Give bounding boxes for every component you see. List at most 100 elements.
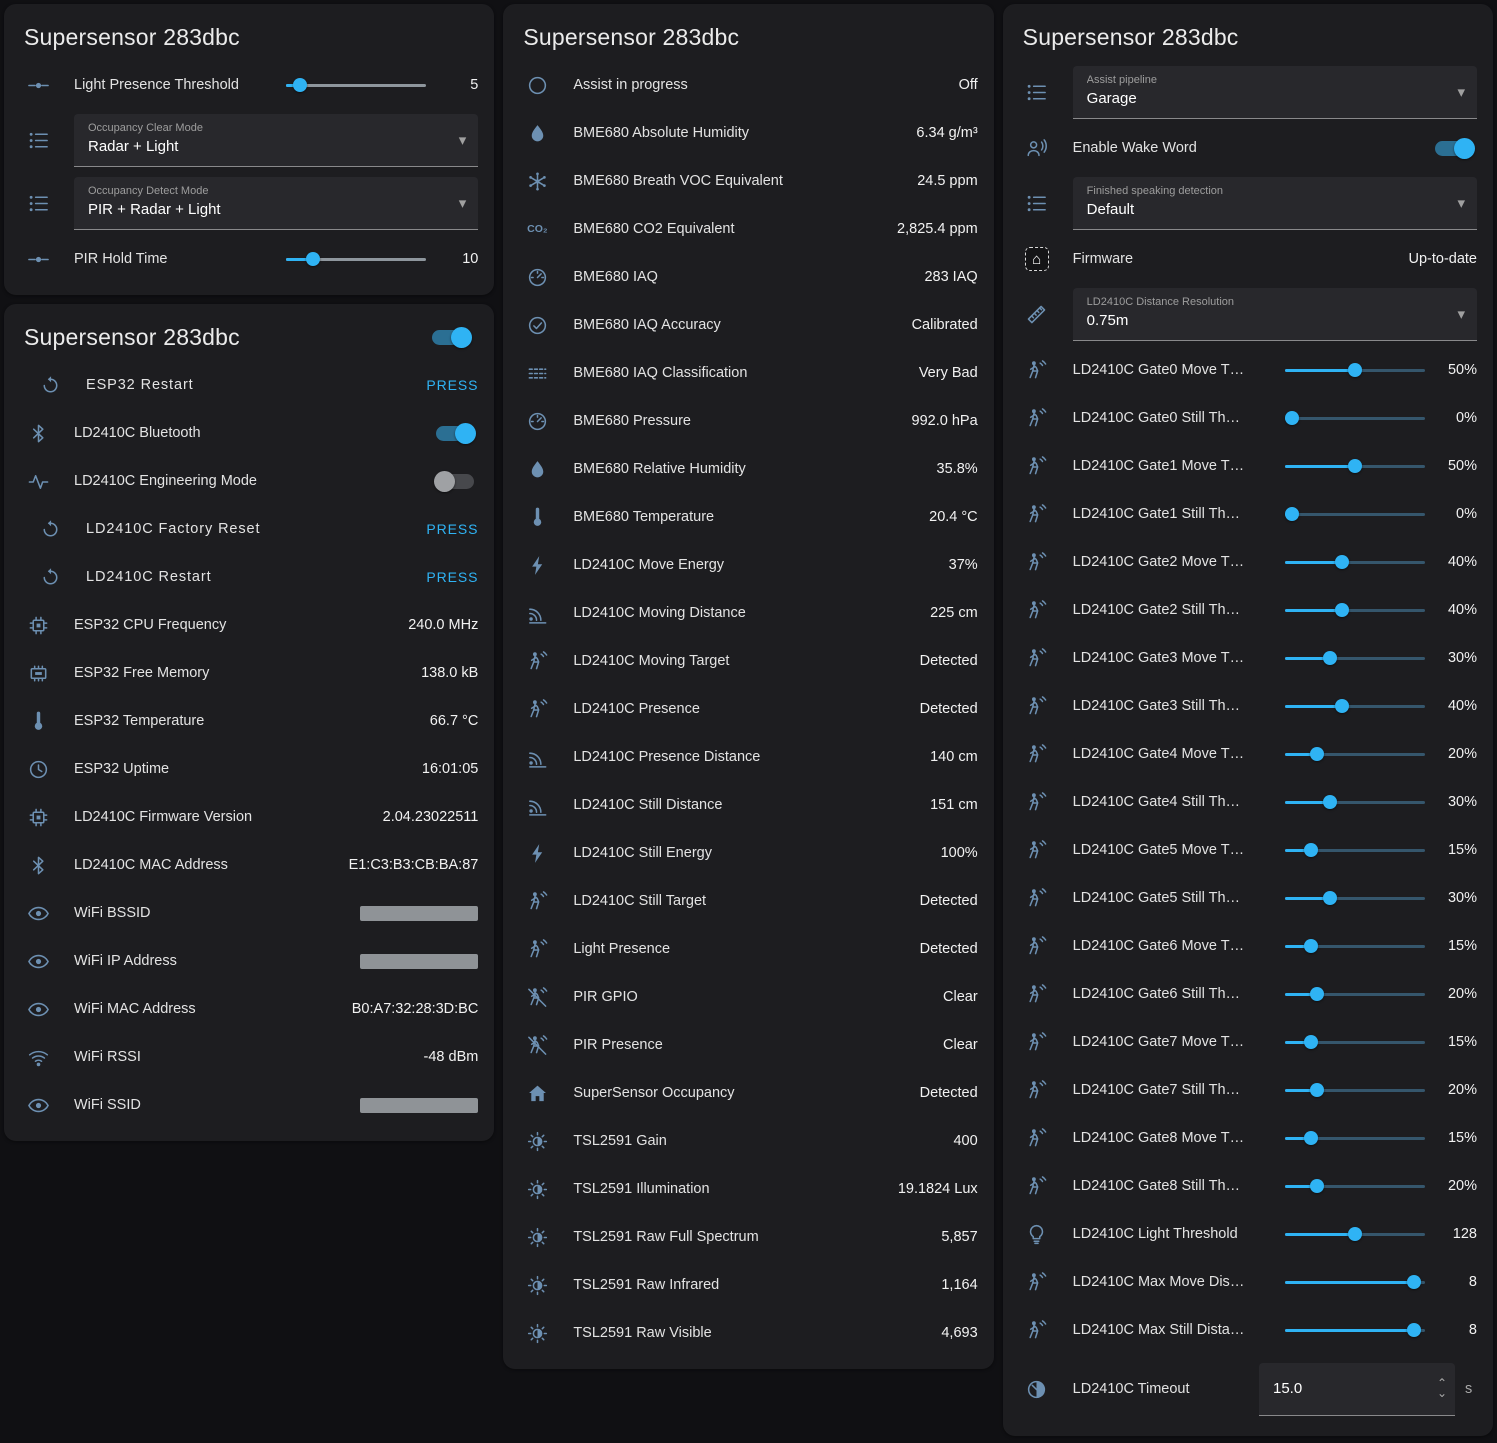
entity-row[interactable]: BME680 IAQ ClassificationVery Bad: [519, 349, 977, 397]
select-field[interactable]: Finished speaking detectionDefault▾: [1073, 177, 1477, 230]
entity-row[interactable]: TSL2591 Raw Visible4,693: [519, 1309, 977, 1357]
slider[interactable]: [1285, 698, 1425, 714]
slider-knob[interactable]: [1407, 1275, 1421, 1289]
entity-row[interactable]: LD2410C Moving TargetDetected: [519, 637, 977, 685]
entity-row[interactable]: LD2410C Still Distance151 cm: [519, 781, 977, 829]
slider-knob[interactable]: [1304, 939, 1318, 953]
slider-knob[interactable]: [1335, 555, 1349, 569]
entity-row[interactable]: ⌂FirmwareUp-to-date: [1019, 235, 1477, 283]
slider-knob[interactable]: [293, 78, 307, 92]
toggle-switch[interactable]: [1435, 141, 1473, 156]
entity-row[interactable]: BME680 Breath VOC Equivalent24.5 ppm: [519, 157, 977, 205]
entity-row[interactable]: Light Presence Threshold5: [20, 61, 478, 109]
entity-row[interactable]: Assist in progressOff: [519, 61, 977, 109]
slider-knob[interactable]: [1323, 651, 1337, 665]
slider-knob[interactable]: [1407, 1323, 1421, 1337]
slider-knob[interactable]: [1310, 987, 1324, 1001]
slider[interactable]: [1285, 1034, 1425, 1050]
entity-row[interactable]: CO₂BME680 CO2 Equivalent2,825.4 ppm: [519, 205, 977, 253]
slider-knob[interactable]: [1335, 699, 1349, 713]
slider-knob[interactable]: [1323, 795, 1337, 809]
entity-row[interactable]: LD2410C Gate6 Move Threshold15%: [1019, 922, 1477, 970]
entity-row[interactable]: LD2410C Engineering Mode: [20, 457, 478, 505]
entity-row[interactable]: TSL2591 Raw Full Spectrum5,857: [519, 1213, 977, 1261]
entity-row[interactable]: WiFi RSSI-48 dBm: [20, 1033, 478, 1081]
entity-row[interactable]: LD2410C Gate3 Still Threshold40%: [1019, 682, 1477, 730]
select-field[interactable]: Assist pipelineGarage▾: [1073, 66, 1477, 119]
slider[interactable]: [1285, 986, 1425, 1002]
entity-row[interactable]: PIR PresenceClear: [519, 1021, 977, 1069]
entity-row[interactable]: Occupancy Clear ModeRadar + Light▾: [20, 109, 478, 172]
slider[interactable]: [1285, 554, 1425, 570]
slider[interactable]: [1285, 602, 1425, 618]
press-button[interactable]: PRESS: [426, 521, 478, 537]
entity-row[interactable]: PIR GPIOClear: [519, 973, 977, 1021]
entity-row[interactable]: LD2410C Gate0 Still Threshold0%: [1019, 394, 1477, 442]
entity-row[interactable]: LD2410C Gate7 Move Threshold15%: [1019, 1018, 1477, 1066]
entity-row[interactable]: LD2410C Firmware Version2.04.23022511: [20, 793, 478, 841]
entity-row[interactable]: BME680 Temperature20.4 °C: [519, 493, 977, 541]
slider-knob[interactable]: [1348, 459, 1362, 473]
entity-row[interactable]: WiFi MAC AddressB0:A7:32:28:3D:BC: [20, 985, 478, 1033]
entity-row[interactable]: LD2410C RestartPRESS: [32, 553, 478, 601]
entity-row[interactable]: BME680 Relative Humidity35.8%: [519, 445, 977, 493]
slider-knob[interactable]: [306, 252, 320, 266]
select-field[interactable]: Occupancy Clear ModeRadar + Light▾: [74, 114, 478, 167]
entity-row[interactable]: LD2410C Gate8 Still Threshold20%: [1019, 1162, 1477, 1210]
entity-row[interactable]: LD2410C Timeout15.0⌃⌄s: [1019, 1354, 1477, 1424]
entity-row[interactable]: LD2410C Gate1 Move Threshold50%: [1019, 442, 1477, 490]
slider[interactable]: [286, 77, 426, 93]
slider-knob[interactable]: [1310, 747, 1324, 761]
entity-row[interactable]: LD2410C Gate3 Move Threshold30%: [1019, 634, 1477, 682]
entity-row[interactable]: LD2410C Gate5 Still Threshold30%: [1019, 874, 1477, 922]
entity-row[interactable]: LD2410C Max Still Distance8: [1019, 1306, 1477, 1354]
entity-row[interactable]: PIR Hold Time10: [20, 235, 478, 283]
entity-row[interactable]: LD2410C Gate6 Still Threshold20%: [1019, 970, 1477, 1018]
entity-row[interactable]: LD2410C Gate0 Move Threshold50%: [1019, 346, 1477, 394]
entity-row[interactable]: ESP32 Temperature66.7 °C: [20, 697, 478, 745]
slider-knob[interactable]: [1310, 1083, 1324, 1097]
select-field[interactable]: LD2410C Distance Resolution0.75m▾: [1073, 288, 1477, 341]
slider[interactable]: [1285, 842, 1425, 858]
slider[interactable]: [1285, 410, 1425, 426]
entity-row[interactable]: Light PresenceDetected: [519, 925, 977, 973]
slider[interactable]: [1285, 890, 1425, 906]
entity-row[interactable]: WiFi BSSID: [20, 889, 478, 937]
entity-row[interactable]: LD2410C Still Energy100%: [519, 829, 977, 877]
entity-row[interactable]: LD2410C Moving Distance225 cm: [519, 589, 977, 637]
slider-knob[interactable]: [1348, 1227, 1362, 1241]
entity-row[interactable]: LD2410C Move Energy37%: [519, 541, 977, 589]
entity-row[interactable]: LD2410C PresenceDetected: [519, 685, 977, 733]
entity-row[interactable]: SuperSensor OccupancyDetected: [519, 1069, 977, 1117]
entity-row[interactable]: LD2410C MAC AddressE1:C3:B3:CB:BA:87: [20, 841, 478, 889]
slider[interactable]: [1285, 1178, 1425, 1194]
press-button[interactable]: PRESS: [426, 569, 478, 585]
entity-row[interactable]: Finished speaking detectionDefault▾: [1019, 172, 1477, 235]
entity-row[interactable]: LD2410C Still TargetDetected: [519, 877, 977, 925]
slider-knob[interactable]: [1323, 891, 1337, 905]
slider[interactable]: [1285, 1322, 1425, 1338]
slider[interactable]: [1285, 650, 1425, 666]
slider-knob[interactable]: [1310, 1179, 1324, 1193]
slider[interactable]: [1285, 938, 1425, 954]
number-input[interactable]: 15.0⌃⌄: [1259, 1363, 1455, 1416]
entity-row[interactable]: TSL2591 Raw Infrared1,164: [519, 1261, 977, 1309]
slider[interactable]: [1285, 746, 1425, 762]
entity-row[interactable]: ESP32 CPU Frequency240.0 MHz: [20, 601, 478, 649]
slider-knob[interactable]: [1304, 843, 1318, 857]
slider[interactable]: [1285, 1226, 1425, 1242]
press-button[interactable]: PRESS: [426, 377, 478, 393]
entity-row[interactable]: ESP32 Free Memory138.0 kB: [20, 649, 478, 697]
entity-row[interactable]: LD2410C Gate4 Move Threshold20%: [1019, 730, 1477, 778]
entity-row[interactable]: BME680 IAQ AccuracyCalibrated: [519, 301, 977, 349]
entity-row[interactable]: LD2410C Gate2 Move Threshold40%: [1019, 538, 1477, 586]
toggle-switch[interactable]: [436, 474, 474, 489]
entity-row[interactable]: ESP32 RestartPRESS: [32, 361, 478, 409]
toggle-switch[interactable]: [436, 426, 474, 441]
entity-row[interactable]: LD2410C Gate5 Move Threshold15%: [1019, 826, 1477, 874]
card-header-toggle[interactable]: [432, 330, 470, 345]
entity-row[interactable]: WiFi IP Address: [20, 937, 478, 985]
entity-row[interactable]: LD2410C Distance Resolution0.75m▾: [1019, 283, 1477, 346]
entity-row[interactable]: TSL2591 Gain400: [519, 1117, 977, 1165]
slider[interactable]: [1285, 794, 1425, 810]
